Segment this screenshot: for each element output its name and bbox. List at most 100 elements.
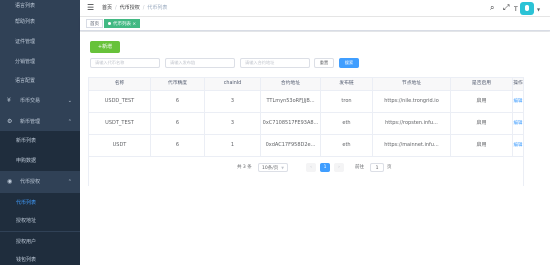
cell-chain: tron [321, 91, 373, 112]
main-content: +新增 请输入代币名称 请输入发布链 请输入合约地址 重置 搜索 名称 代币精度 c… [80, 32, 550, 265]
sidebar-item-auth-address[interactable]: 授权地址 [0, 211, 80, 231]
token-name-input[interactable]: 请输入代币名称 [90, 58, 160, 68]
tag-token-list-label: 代币列表 × [113, 22, 137, 27]
caret-down-icon[interactable]: ▼ [537, 7, 540, 12]
breadcrumb-separator: / [142, 5, 145, 11]
cell-name: USDT_TEST [89, 113, 151, 134]
chevron-up-icon: ⌃ [67, 119, 72, 125]
breadcrumb-home[interactable]: 首页 [102, 5, 112, 11]
sidebar-item-distribution-manage[interactable]: 分销管理 [0, 52, 80, 72]
next-page-button[interactable]: › [334, 163, 344, 172]
goto-label: 前往 [355, 165, 364, 170]
sidebar-item-label: 分销管理 [15, 59, 36, 65]
column-header-precision: 代币精度 [151, 78, 205, 90]
fullscreen-icon[interactable]: ⤢ [503, 3, 509, 13]
cell-chain: eth [321, 113, 373, 134]
sidebar-item-token-auth[interactable]: ◉ 代币授权 ⌃ [0, 172, 80, 192]
cell-precision: 6 [151, 91, 205, 112]
sidebar-item-label: 币币交易 [20, 98, 41, 104]
sidebar-item-help-list[interactable]: 帮助列表 [0, 12, 80, 32]
cell-chain: eth [321, 135, 373, 156]
column-header-node-address: 节点地址 [373, 78, 451, 90]
gear-icon: ⚙ [7, 118, 13, 125]
breadcrumb-current: 代币列表 [147, 5, 168, 11]
goto-page-input[interactable]: 1 [370, 163, 384, 172]
hamburger-icon[interactable]: ☰ [87, 3, 94, 13]
column-header-name: 名称 [89, 78, 151, 90]
sidebar-item-label: 申购数据 [16, 158, 37, 164]
sidebar-item-new-coin-manage[interactable]: ⚙ 新币管理 ⌃ [0, 112, 80, 132]
column-header-chain-id: chainId [205, 78, 261, 90]
sidebar-item-label: 新币管理 [20, 119, 41, 125]
active-dot-icon [108, 22, 111, 25]
cell-contract-address: 0xdAC17F958D2e... [261, 135, 321, 156]
cell-enabled: 启用 [451, 113, 513, 134]
table-row: USDT 6 1 0xdAC17F958D2e... eth https://mainne… [89, 135, 523, 157]
avatar[interactable] [520, 2, 534, 15]
page-size-value: 10条/页 [262, 166, 279, 171]
add-button[interactable]: +新增 [90, 41, 120, 53]
prev-page-button[interactable]: ‹ [306, 163, 316, 172]
search-button[interactable]: 搜索 [339, 58, 359, 68]
chevron-down-icon: ⌄ [67, 98, 72, 104]
cell-precision: 6 [151, 113, 205, 134]
sidebar-item-wallet-list[interactable]: 钱包列表 [0, 250, 80, 265]
contract-address-input[interactable]: 请输入合约地址 [240, 58, 310, 68]
chevron-up-icon: ⌃ [67, 179, 72, 185]
cell-enabled: 启用 [451, 91, 513, 112]
navbar: ☰ 首页 / 代币授权 / 代币列表 ⌕ ⤢ T ▼ [80, 0, 550, 17]
cell-precision: 6 [151, 135, 205, 156]
table-row: USDT_TEST 6 3 0xC7108517FE93A8... eth https:/… [89, 113, 523, 135]
tag-token-list[interactable]: 代币列表 × [104, 19, 141, 28]
sidebar-item-label: 语言配置 [15, 78, 36, 84]
sidebar-item-new-coin-list[interactable]: 新币列表 [0, 131, 80, 151]
cell-name: USDT [89, 135, 151, 156]
pagination-total: 共 3 条 [237, 165, 252, 170]
sidebar-item-label: 新币列表 [16, 138, 37, 144]
cell-chain-id: 1 [205, 135, 261, 156]
page-number-current[interactable]: 1 [320, 163, 330, 172]
tags-view: 首页 代币列表 × [80, 17, 550, 31]
table-header: 名称 代币精度 chainId 合约地址 发布链 节点地址 是否启用 操作 [89, 78, 523, 91]
search-icon[interactable]: ⌕ [490, 3, 494, 13]
cell-actions: 编辑 [513, 91, 523, 112]
cell-node-address: https://nile.trongrid.io [373, 91, 451, 112]
sidebar-item-cert-manage[interactable]: 证件管理 [0, 32, 80, 52]
page-size-select[interactable]: 10条/页 ▼ [258, 163, 288, 172]
cell-node-address: https://mainnet.infu... [373, 135, 451, 156]
edit-link[interactable]: 编辑 [514, 99, 523, 104]
sidebar-item-token-list[interactable]: 代币列表 [0, 193, 80, 213]
chevron-down-icon: ▼ [281, 166, 284, 170]
sidebar-item-label: 代币授权 [20, 179, 41, 185]
edit-link[interactable]: 编辑 [514, 143, 523, 148]
sidebar-item-coin-trade[interactable]: ¥ 币币交易 ⌄ [0, 91, 80, 111]
sidebar-item-lang-config[interactable]: 语言配置 [0, 71, 80, 91]
sidebar-item-label: 证件管理 [15, 39, 36, 45]
sidebar-item-label: 语言列表 [15, 3, 36, 9]
cell-enabled: 启用 [451, 135, 513, 156]
sidebar-item-auth-user[interactable]: 授权用户 [0, 232, 80, 252]
cell-node-address: https://ropsten.infu... [373, 113, 451, 134]
reset-button[interactable]: 重置 [314, 58, 334, 68]
table-row: USDD_TEST 6 3 TTLmyn53oRFJJjB... tron https:/… [89, 91, 523, 113]
sidebar-item-subscribe-data[interactable]: 申购数据 [0, 151, 80, 171]
sidebar-item-label: 帮助列表 [15, 19, 36, 25]
breadcrumb-token-auth: 代币授权 [119, 5, 140, 11]
sidebar-item-label: 代币列表 [16, 200, 37, 206]
column-header-contract-address: 合约地址 [261, 78, 321, 90]
avatar-figure-icon [525, 5, 529, 11]
sidebar: 语言列表 帮助列表 证件管理 分销管理 语言配置 ¥ 币币交易 ⌄ ⚙ 新币管理 ⌃ 新币列表 申购数据… [0, 0, 80, 265]
column-header-chain: 发布链 [321, 78, 373, 90]
column-header-enabled: 是否启用 [451, 78, 513, 90]
cell-chain-id: 3 [205, 91, 261, 112]
edit-link[interactable]: 编辑 [514, 121, 523, 126]
cell-chain-id: 3 [205, 113, 261, 134]
sidebar-item-label: 授权地址 [16, 218, 37, 224]
page-suffix: 页 [387, 165, 392, 170]
breadcrumb-separator: / [115, 5, 117, 11]
cell-actions: 编辑 [513, 135, 523, 156]
font-size-icon[interactable]: T [514, 5, 518, 15]
breadcrumb: 首页 / 代币授权 / 代币列表 [102, 5, 167, 12]
chain-input[interactable]: 请输入发布链 [165, 58, 235, 68]
tag-home[interactable]: 首页 [86, 19, 103, 28]
